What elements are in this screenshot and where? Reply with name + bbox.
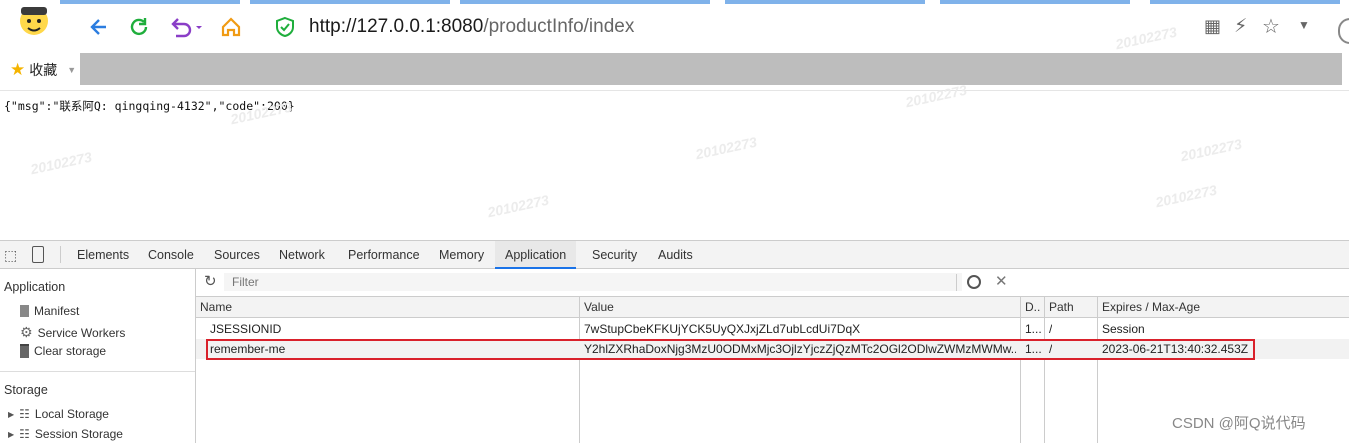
tab-audits[interactable]: Audits [658, 248, 693, 262]
tab-sources[interactable]: Sources [214, 248, 260, 262]
tab-security[interactable]: Security [592, 248, 637, 262]
tab-console[interactable]: Console [148, 248, 194, 262]
divider [60, 246, 61, 263]
bookmarks-button[interactable]: ★ 收藏 ▼ [10, 60, 76, 80]
inspect-element-icon[interactable]: ⬚ [4, 247, 17, 264]
lightning-icon[interactable]: ⚡ [1234, 15, 1247, 38]
bookmarks-label: 收藏 [29, 62, 58, 78]
gear-icon: ⚙ [20, 324, 33, 340]
star-filled-icon: ★ [10, 60, 26, 79]
tab-accent [250, 0, 450, 4]
avatar[interactable] [14, 2, 54, 42]
sidebar-header-application: Application [4, 280, 66, 294]
column-divider [1097, 297, 1098, 443]
column-divider [579, 297, 580, 443]
refresh-icon[interactable]: ↻ [204, 272, 217, 290]
menu-icon[interactable] [1338, 18, 1349, 44]
tab-accent [940, 0, 1130, 4]
url-host: http://127.0.0.1:8080 [309, 16, 484, 37]
column-header-path[interactable]: Path [1045, 297, 1098, 318]
reload-icon[interactable] [126, 14, 152, 40]
sidebar-item-service-workers[interactable]: ⚙ Service Workers [20, 324, 125, 341]
filter-bar: ↻ ✕ [196, 269, 1349, 297]
column-header-name[interactable]: Name [196, 297, 580, 318]
tab-accent [1150, 0, 1340, 4]
highlight-box [206, 339, 1255, 360]
redacted-bookmarks [80, 53, 1342, 85]
chevron-right-icon: ▶ [8, 429, 15, 439]
back-icon[interactable] [86, 14, 112, 40]
application-sidebar: Application Manifest ⚙ Service Workers C… [0, 269, 196, 443]
sidebar-item-label: Session Storage [34, 427, 123, 441]
device-toggle-icon[interactable] [32, 246, 44, 263]
column-divider [1044, 297, 1045, 443]
page-content: {"msg":"联系阿Q: qingqing-4132","code":200} [0, 91, 1349, 240]
url-path: /productInfo/index [483, 16, 635, 37]
file-icon [20, 305, 29, 317]
sidebar-item-label: Manifest [34, 304, 80, 318]
divider [956, 274, 957, 291]
bookmark-bar: ★ 收藏 ▼ [0, 48, 1349, 91]
url-text: http://127.0.0.1:8080/productInfo/index [309, 16, 634, 38]
block-icon[interactable] [967, 275, 981, 289]
trash-icon [20, 344, 29, 358]
sidebar-item-clear-storage[interactable]: Clear storage [20, 344, 106, 358]
column-divider [1020, 297, 1021, 443]
column-header-expires[interactable]: Expires / Max-Age [1098, 297, 1349, 318]
sidebar-header-storage: Storage [4, 383, 48, 397]
devtools-tab-bar: ⬚ Elements Console Sources Network Perfo… [0, 241, 1349, 269]
chevron-down-icon: ▼ [67, 65, 77, 75]
sidebar-item-manifest[interactable]: Manifest [20, 304, 79, 318]
cookie-name: JSESSIONID [210, 322, 282, 336]
grid-icon: ☷ [19, 427, 30, 441]
tab-elements[interactable]: Elements [77, 248, 129, 262]
close-icon[interactable]: ✕ [995, 272, 1008, 290]
grid-icon: ☷ [19, 407, 30, 421]
divider [0, 371, 195, 372]
qr-code-icon[interactable]: ▦ [1204, 16, 1221, 37]
tab-accent [460, 0, 710, 4]
sidebar-item-label: Service Workers [37, 325, 126, 340]
column-header-domain[interactable]: D.. [1021, 297, 1045, 318]
sidebar-item-local-storage[interactable]: ▶ ☷ Local Storage [8, 407, 109, 421]
tab-application[interactable]: Application [495, 241, 577, 269]
undo-icon[interactable] [166, 14, 206, 40]
dropdown-icon[interactable]: ▼ [1298, 18, 1310, 32]
csdn-watermark: CSDN @阿Q说代码 [1172, 415, 1306, 432]
cookie-path: / [1049, 322, 1053, 336]
tab-performance[interactable]: Performance [348, 248, 420, 262]
cookie-value: 7wStupCbeKFKUjYCK5UyQXJxjZLd7ubLcdUi7DqX [584, 322, 861, 336]
sidebar-item-session-storage[interactable]: ▶ ☷ Session Storage [8, 427, 123, 441]
devtools-panel: ⬚ Elements Console Sources Network Perfo… [0, 240, 1349, 443]
secure-shield-icon [274, 16, 296, 43]
column-header-value[interactable]: Value [580, 297, 1021, 318]
cookie-expires: Session [1102, 322, 1145, 336]
sidebar-item-label: Local Storage [34, 407, 109, 421]
sidebar-item-label: Clear storage [34, 344, 107, 358]
tab-accent [725, 0, 925, 4]
tab-memory[interactable]: Memory [439, 248, 484, 262]
star-icon[interactable]: ☆ [1262, 14, 1280, 39]
filter-input[interactable] [224, 273, 962, 291]
chevron-right-icon: ▶ [8, 409, 15, 419]
cookie-domain: 1... [1025, 322, 1042, 336]
home-icon[interactable] [218, 14, 244, 40]
tab-accent [60, 0, 240, 4]
tab-network[interactable]: Network [279, 248, 325, 262]
